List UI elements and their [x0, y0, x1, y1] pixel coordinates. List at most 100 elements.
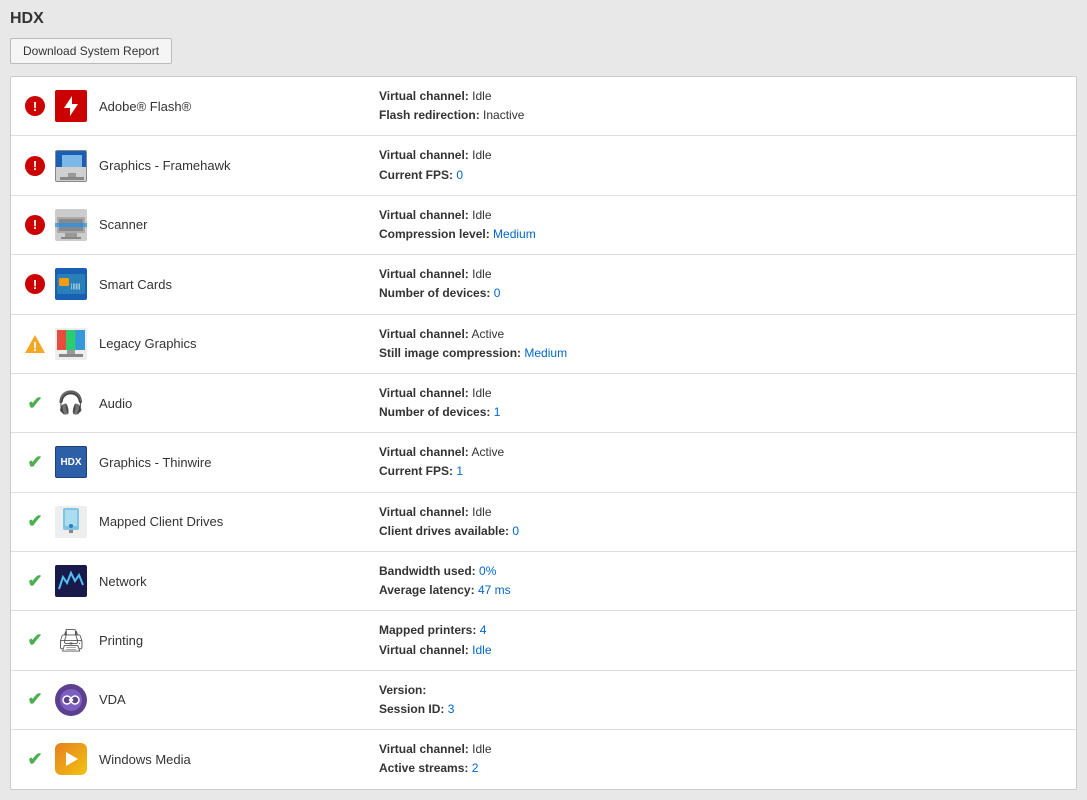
- detail-label: Virtual channel:: [379, 327, 469, 341]
- table-row: ✔ Windows Media Virtual channel: Idle Ac…: [11, 730, 1076, 788]
- status-icon-check: ✔: [23, 689, 47, 710]
- detail-line: Virtual channel: Idle: [379, 641, 1064, 660]
- table-row: !: [11, 315, 1076, 374]
- detail-label: Version:: [379, 683, 426, 697]
- app-icon-legacy-graphics: [55, 328, 87, 360]
- item-details: Mapped printers: 4 Virtual channel: Idle: [379, 621, 1064, 659]
- status-icon-error: !: [23, 274, 47, 294]
- detail-label: Mapped printers:: [379, 623, 476, 637]
- detail-value: 0: [494, 286, 501, 300]
- item-name: VDA: [99, 692, 379, 707]
- detail-label: Current FPS:: [379, 168, 453, 182]
- detail-value: 2: [472, 761, 479, 775]
- item-name: Graphics - Framehawk: [99, 158, 379, 173]
- check-icon: ✔: [27, 452, 42, 473]
- detail-line: Bandwidth used: 0%: [379, 562, 1064, 581]
- check-icon: ✔: [27, 689, 42, 710]
- app-icon-network: [55, 565, 87, 597]
- page-title: HDX: [10, 10, 1077, 28]
- warning-icon: !: [24, 333, 46, 355]
- status-icon-check: ✔: [23, 511, 47, 532]
- check-icon: ✔: [27, 749, 42, 770]
- detail-value: Active: [471, 445, 504, 459]
- check-icon: ✔: [27, 571, 42, 592]
- item-name: Legacy Graphics: [99, 336, 379, 351]
- table-row: ! |||||| Smart Cards Virtual channel: Id…: [11, 255, 1076, 314]
- detail-line: Compression level: Medium: [379, 225, 1064, 244]
- smartcard-app-icon: ||||||: [55, 268, 87, 300]
- error-icon: !: [25, 96, 45, 116]
- detail-label: Virtual channel:: [379, 643, 469, 657]
- item-details: Virtual channel: Idle Number of devices:…: [379, 265, 1064, 303]
- detail-label: Current FPS:: [379, 464, 453, 478]
- detail-value: 47 ms: [478, 583, 511, 597]
- detail-label: Flash redirection:: [379, 108, 480, 122]
- network-app-icon: [55, 565, 87, 597]
- detail-label: Compression level:: [379, 227, 490, 241]
- item-name: Audio: [99, 396, 379, 411]
- check-icon: ✔: [27, 511, 42, 532]
- table-row: ! Graphics - Framehawk Virtual channel: …: [11, 136, 1076, 195]
- table-row: ! Scanner Virtual channel: Idle Compress…: [11, 196, 1076, 255]
- download-system-report-button[interactable]: Download System Report: [10, 38, 172, 64]
- item-name: Graphics - Thinwire: [99, 455, 379, 470]
- detail-value: Idle: [472, 148, 491, 162]
- detail-label: Virtual channel:: [379, 89, 469, 103]
- detail-line: Virtual channel: Idle: [379, 740, 1064, 759]
- item-name: Smart Cards: [99, 277, 379, 292]
- detail-label: Average latency:: [379, 583, 475, 597]
- table-row: ✔ 🖨 Printing Mapped printers: 4 Virtual …: [11, 611, 1076, 670]
- detail-value: 4: [480, 623, 487, 637]
- app-icon-audio: 🎧: [55, 387, 87, 419]
- hdx-table: ! Adobe® Flash® Virtual channel: Idle Fl…: [10, 76, 1077, 790]
- framehawk-app-icon: [55, 150, 87, 182]
- item-details: Virtual channel: Active Still image comp…: [379, 325, 1064, 363]
- audio-app-icon: 🎧: [55, 387, 87, 419]
- detail-label: Virtual channel:: [379, 386, 469, 400]
- detail-label: Session ID:: [379, 702, 444, 716]
- app-icon-printing: 🖨: [55, 625, 87, 657]
- detail-line: Average latency: 47 ms: [379, 581, 1064, 600]
- error-icon: !: [25, 274, 45, 294]
- error-icon: !: [25, 215, 45, 235]
- page-wrapper: HDX Download System Report ! Adobe® Flas…: [0, 0, 1087, 800]
- detail-value: Idle: [472, 742, 491, 756]
- item-details: Bandwidth used: 0% Average latency: 47 m…: [379, 562, 1064, 600]
- detail-label: Bandwidth used:: [379, 564, 476, 578]
- detail-line: Still image compression: Medium: [379, 344, 1064, 363]
- app-icon-graphics-thinwire: HDX: [55, 446, 87, 478]
- table-row: ✔ Mapped Client Drives Virtual channel: …: [11, 493, 1076, 552]
- detail-value: Inactive: [483, 108, 524, 122]
- detail-value: Active: [471, 327, 504, 341]
- detail-value: 0: [512, 524, 519, 538]
- detail-value: Idle: [472, 505, 491, 519]
- thinwire-app-icon: HDX: [55, 446, 87, 478]
- detail-label: Active streams:: [379, 761, 468, 775]
- status-icon-error: !: [23, 156, 47, 176]
- detail-line: Virtual channel: Active: [379, 325, 1064, 344]
- detail-line: Session ID: 3: [379, 700, 1064, 719]
- detail-value: 3: [448, 702, 455, 716]
- detail-label: Client drives available:: [379, 524, 509, 538]
- drives-app-icon: [55, 506, 87, 538]
- detail-line: Current FPS: 1: [379, 462, 1064, 481]
- error-icon: !: [25, 156, 45, 176]
- app-icon-mapped-client-drives: [55, 506, 87, 538]
- wmedia-app-icon: [55, 743, 87, 775]
- detail-value: Idle: [472, 267, 491, 281]
- detail-line: Virtual channel: Idle: [379, 265, 1064, 284]
- app-icon-smart-cards: ||||||: [55, 268, 87, 300]
- item-name: Scanner: [99, 217, 379, 232]
- app-icon-windows-media: [55, 743, 87, 775]
- item-name: Network: [99, 574, 379, 589]
- status-icon-check: ✔: [23, 749, 47, 770]
- status-icon-check: ✔: [23, 571, 47, 592]
- item-details: Virtual channel: Idle Compression level:…: [379, 206, 1064, 244]
- detail-value: Medium: [524, 346, 567, 360]
- detail-label: Virtual channel:: [379, 208, 469, 222]
- item-name: Mapped Client Drives: [99, 514, 379, 529]
- detail-label: Number of devices:: [379, 405, 490, 419]
- status-icon-error: !: [23, 96, 47, 116]
- detail-value: 1: [456, 464, 463, 478]
- detail-line: Flash redirection: Inactive: [379, 106, 1064, 125]
